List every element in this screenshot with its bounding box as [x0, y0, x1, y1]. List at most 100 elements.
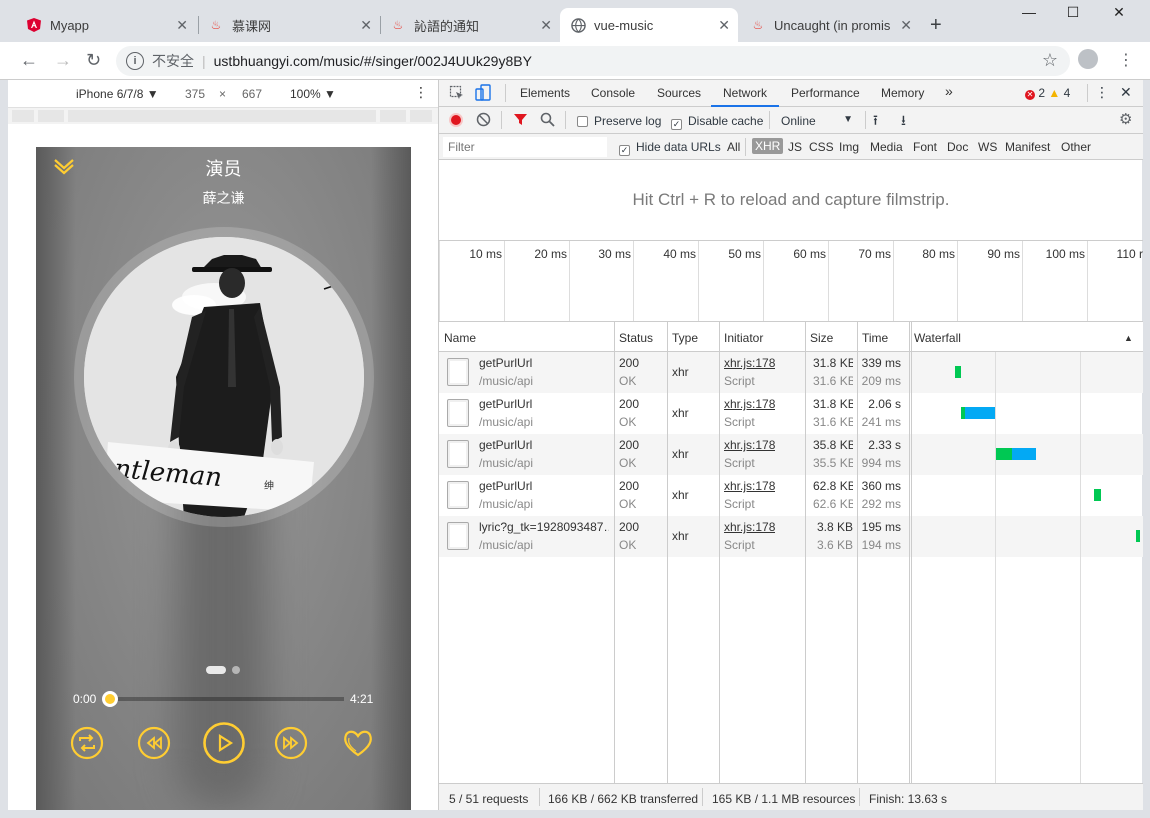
- disable-cache-checkbox[interactable]: ✓ Disable cache: [671, 114, 763, 130]
- prev-button[interactable]: [137, 726, 171, 760]
- tab-elements[interactable]: Elements: [520, 86, 570, 100]
- preserve-log-checkbox[interactable]: Preserve log: [577, 114, 661, 128]
- filter-input[interactable]: [443, 137, 607, 157]
- avatar[interactable]: [1078, 49, 1098, 69]
- tab-vue-music[interactable]: vue-music ✕: [560, 8, 738, 42]
- tab-network[interactable]: Network: [723, 86, 767, 100]
- devtools-close-icon[interactable]: ✕: [1120, 84, 1132, 101]
- initiator-link[interactable]: xhr.js:178: [724, 397, 775, 411]
- tab-sources[interactable]: Sources: [657, 86, 701, 100]
- tab-notifications[interactable]: ♨ 訫語的通知 ✕: [380, 8, 560, 42]
- sort-arrow-icon[interactable]: ▲: [1124, 333, 1133, 343]
- minimize-button[interactable]: —: [1006, 4, 1052, 20]
- table-row[interactable]: getPurlUrl/music/api 200 OK xhr xhr.js:178 Sc…: [439, 393, 1143, 434]
- maximize-button[interactable]: ☐: [1050, 4, 1096, 21]
- timeline-overview[interactable]: 10 ms 20 ms 30 ms 40 ms 50 ms 60 ms 70 m…: [439, 240, 1143, 322]
- initiator-link[interactable]: xhr.js:178: [724, 520, 775, 534]
- close-icon[interactable]: ✕: [718, 17, 730, 34]
- reload-icon[interactable]: ↻: [86, 50, 101, 71]
- omnibox[interactable]: i 不安全 | ustbhuangyi.com/music/#/singer/0…: [116, 46, 1070, 76]
- request-name[interactable]: lyric?g_tk=1928093487…: [479, 520, 609, 534]
- waterfall-bar[interactable]: [965, 407, 996, 419]
- export-har-icon[interactable]: ⭳: [901, 110, 906, 134]
- filter-css[interactable]: CSS: [809, 140, 834, 154]
- tab-myapp[interactable]: Myapp ✕: [16, 8, 196, 42]
- more-tabs-chevron-icon[interactable]: »: [945, 83, 953, 99]
- filter-xhr[interactable]: XHR: [752, 138, 784, 154]
- waterfall-bar[interactable]: [996, 448, 1012, 460]
- initiator-link[interactable]: xhr.js:178: [724, 438, 775, 452]
- back-arrow-icon[interactable]: ←: [20, 50, 38, 71]
- new-tab-button[interactable]: +: [930, 14, 942, 37]
- search-icon[interactable]: [540, 112, 555, 130]
- waterfall-bar[interactable]: [1136, 530, 1140, 542]
- request-name[interactable]: getPurlUrl: [479, 356, 609, 370]
- initiator-link[interactable]: xhr.js:178: [724, 479, 775, 493]
- dot[interactable]: [232, 666, 240, 674]
- filter-all[interactable]: All: [727, 140, 740, 154]
- next-button[interactable]: [274, 726, 308, 760]
- devtools-kebab-icon[interactable]: ⋮: [1095, 84, 1109, 101]
- clear-icon[interactable]: [476, 112, 491, 130]
- waterfall-bar[interactable]: [955, 366, 961, 378]
- col-type[interactable]: Type: [672, 331, 698, 345]
- col-name[interactable]: Name: [444, 331, 476, 345]
- filter-ws[interactable]: WS: [978, 140, 997, 154]
- error-counter[interactable]: ✕ 2 ▲ 4: [1025, 86, 1070, 100]
- table-row[interactable]: getPurlUrl/music/api 200 OK xhr xhr.js:178 Sc…: [439, 475, 1143, 516]
- table-row[interactable]: getPurlUrl/music/api 200 OK xhr xhr.js:178 Sc…: [439, 434, 1143, 475]
- tab-imooc[interactable]: ♨ 慕课网 ✕: [198, 8, 380, 42]
- waterfall-bar[interactable]: [1094, 489, 1101, 501]
- progress-bar[interactable]: [102, 691, 344, 707]
- col-status[interactable]: Status: [619, 331, 653, 345]
- col-initiator[interactable]: Initiator: [724, 331, 763, 345]
- info-icon[interactable]: i: [126, 52, 144, 70]
- device-width[interactable]: 375: [185, 87, 205, 101]
- filter-funnel-icon[interactable]: [513, 112, 528, 130]
- settings-gear-icon[interactable]: ⚙: [1119, 110, 1132, 128]
- star-icon[interactable]: ☆: [1042, 50, 1058, 71]
- close-icon[interactable]: ✕: [176, 17, 188, 34]
- filter-other[interactable]: Other: [1061, 140, 1091, 154]
- favorite-button[interactable]: [341, 726, 375, 760]
- throttle-select[interactable]: Online ▼: [781, 114, 853, 128]
- menu-kebab-icon[interactable]: ⋮: [1118, 50, 1134, 70]
- filter-font[interactable]: Font: [913, 140, 937, 154]
- progress-knob[interactable]: [102, 691, 118, 707]
- device-menu-kebab-icon[interactable]: ⋮: [414, 84, 428, 101]
- record-icon[interactable]: [449, 113, 463, 127]
- initiator-link[interactable]: xhr.js:178: [724, 356, 775, 370]
- tab-uncaught[interactable]: ♨ Uncaught (in promis ✕: [740, 8, 920, 42]
- tab-console[interactable]: Console: [591, 86, 635, 100]
- filter-doc[interactable]: Doc: [947, 140, 968, 154]
- import-har-icon[interactable]: ⭱: [873, 110, 878, 134]
- window-close-button[interactable]: ✕: [1096, 4, 1142, 21]
- request-name[interactable]: getPurlUrl: [479, 438, 609, 452]
- media-query-bar[interactable]: [8, 108, 438, 124]
- forward-arrow-icon[interactable]: →: [54, 50, 72, 71]
- hide-data-urls-checkbox[interactable]: ✓ Hide data URLs: [619, 140, 721, 156]
- col-size[interactable]: Size: [810, 331, 833, 345]
- device-toggle-icon[interactable]: [475, 84, 491, 105]
- table-row[interactable]: getPurlUrl/music/api 200 OK xhr xhr.js:178 Sc…: [439, 352, 1143, 393]
- col-time[interactable]: Time: [862, 331, 888, 345]
- filter-img[interactable]: Img: [839, 140, 859, 154]
- col-waterfall[interactable]: Waterfall: [914, 331, 961, 345]
- table-row[interactable]: lyric?g_tk=1928093487… /music/api 200 OK xhr…: [439, 516, 1143, 557]
- device-height[interactable]: 667: [242, 87, 262, 101]
- url-text[interactable]: ustbhuangyi.com/music/#/singer/002J4UUk2…: [214, 53, 532, 69]
- tab-memory[interactable]: Memory: [881, 86, 924, 100]
- filter-manifest[interactable]: Manifest: [1005, 140, 1050, 154]
- tab-performance[interactable]: Performance: [791, 86, 860, 100]
- inspect-element-icon[interactable]: [449, 85, 465, 104]
- request-name[interactable]: getPurlUrl: [479, 479, 609, 493]
- filter-media[interactable]: Media: [870, 140, 903, 154]
- loop-mode-button[interactable]: [70, 726, 104, 760]
- close-icon[interactable]: ✕: [360, 17, 372, 34]
- request-name[interactable]: getPurlUrl: [479, 397, 609, 411]
- zoom-select[interactable]: 100% ▼: [290, 87, 336, 101]
- waterfall-bar[interactable]: [1012, 448, 1036, 460]
- device-select[interactable]: iPhone 6/7/8 ▼: [76, 87, 159, 101]
- dot-active[interactable]: [206, 666, 226, 674]
- filter-js[interactable]: JS: [788, 140, 802, 154]
